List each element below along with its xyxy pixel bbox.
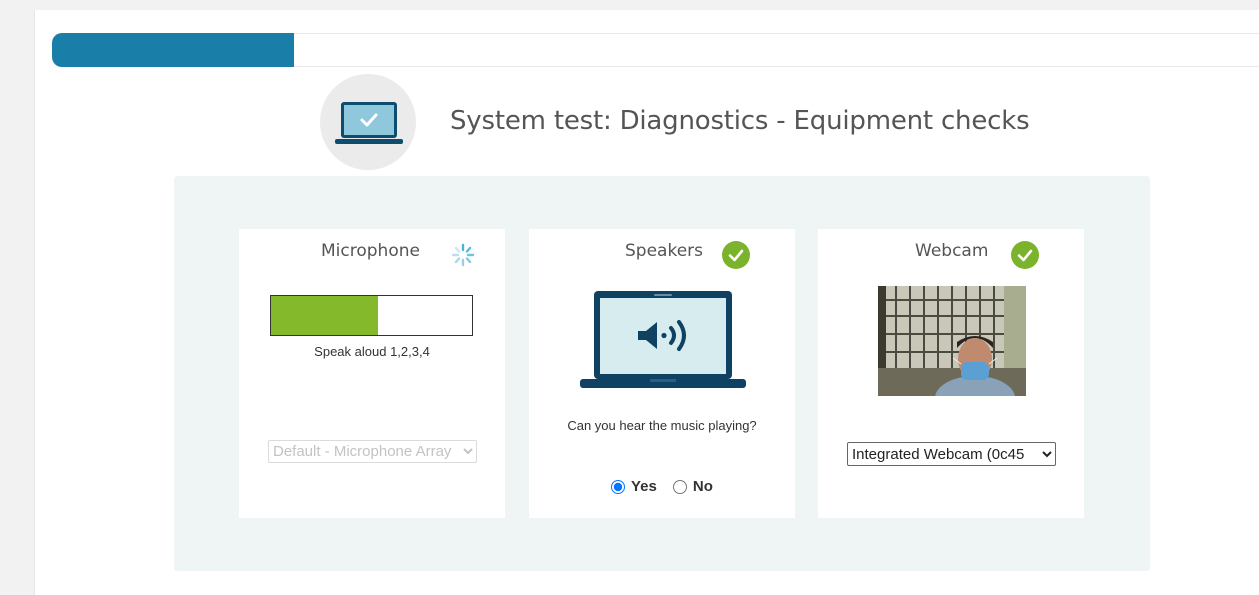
webcam-preview bbox=[878, 286, 1026, 396]
speakers-card: Speakers Can you hear the music playing?… bbox=[529, 229, 795, 518]
equipment-panel: Microphone Speak aloud 1,2,3,4 Default -… bbox=[174, 176, 1150, 571]
microphone-level-fill bbox=[271, 296, 378, 335]
microphone-title: Microphone bbox=[321, 241, 420, 261]
main-page: System test: Diagnostics - Equipment che… bbox=[34, 10, 1259, 595]
microphone-card: Microphone Speak aloud 1,2,3,4 Default -… bbox=[239, 229, 505, 518]
speakers-question: Can you hear the music playing? bbox=[567, 418, 757, 433]
spinner-icon bbox=[451, 243, 475, 267]
radio-no[interactable] bbox=[672, 479, 687, 494]
speakers-title: Speakers bbox=[625, 241, 704, 261]
laptop-check-icon bbox=[335, 102, 403, 144]
webcam-feed-image bbox=[878, 286, 1026, 396]
laptop-speaker-icon bbox=[580, 291, 746, 388]
radio-no-label[interactable]: No bbox=[693, 478, 713, 495]
speakers-answer-group: Yes No bbox=[611, 478, 723, 495]
webcam-device-select[interactable]: Integrated Webcam (0c45 bbox=[847, 442, 1056, 466]
webcam-card: Webcam Integrated Webcam (0c45 bbox=[818, 229, 1084, 518]
radio-yes-label[interactable]: Yes bbox=[631, 478, 657, 495]
radio-yes[interactable] bbox=[611, 479, 625, 494]
progress-bar-fill bbox=[52, 33, 294, 67]
webcam-title: Webcam bbox=[915, 241, 989, 261]
progress-bar bbox=[52, 33, 1259, 67]
page-title: System test: Diagnostics - Equipment che… bbox=[450, 106, 1030, 136]
check-icon bbox=[1011, 241, 1039, 269]
microphone-level-meter bbox=[270, 295, 473, 336]
microphone-device-select[interactable]: Default - Microphone Array bbox=[268, 440, 477, 463]
microphone-hint: Speak aloud 1,2,3,4 bbox=[314, 344, 430, 359]
check-icon bbox=[722, 241, 750, 269]
